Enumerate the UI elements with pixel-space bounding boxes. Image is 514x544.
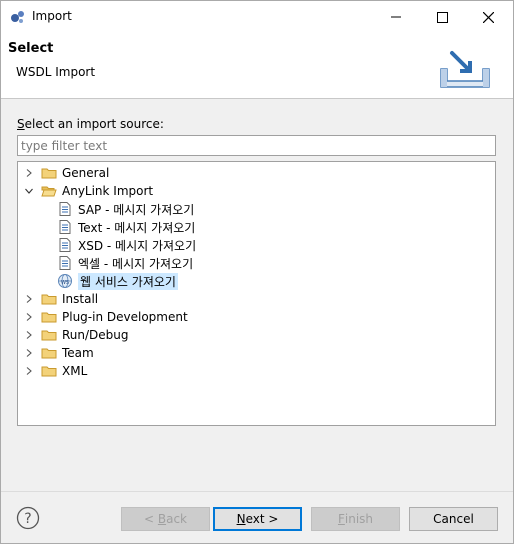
tree-item-label: Team (62, 346, 94, 360)
folder-icon (41, 345, 57, 361)
finish-label: inish (344, 512, 374, 526)
next-label: ext > (245, 512, 279, 526)
tree-item-label: Text - 메시지 가져오기 (78, 220, 196, 235)
chevron-right-icon[interactable] (23, 344, 35, 362)
close-button[interactable] (465, 1, 511, 33)
tree-item-label: Plug-in Development (62, 310, 188, 324)
help-icon[interactable]: ? (16, 506, 40, 530)
chevron-right-icon[interactable] (23, 362, 35, 380)
next-mnemonic: N (236, 512, 246, 526)
document-icon (57, 237, 73, 253)
wizard-header: Select WSDL Import (1, 33, 513, 99)
tree-item-label: XSD - 메시지 가져오기 (78, 238, 197, 253)
folder-icon (41, 363, 57, 379)
cancel-button[interactable]: Cancel (409, 507, 498, 531)
tree-category-item[interactable]: Team (23, 344, 94, 362)
chevron-right-icon[interactable] (23, 290, 35, 308)
folder-icon (41, 291, 57, 307)
tree-category-item[interactable]: XML (23, 362, 87, 380)
filter-input[interactable] (17, 135, 496, 156)
tree-category-item[interactable]: Run/Debug (23, 326, 129, 344)
tree-item-label: XML (62, 364, 88, 378)
close-icon (482, 11, 494, 23)
mnemonic-s: S (17, 117, 25, 131)
minimize-button[interactable] (373, 1, 419, 33)
maximize-button[interactable] (419, 1, 465, 33)
page-message: WSDL Import (16, 65, 96, 79)
tree-category-item[interactable]: Plug-in Development (23, 308, 188, 326)
back-label: ack (166, 512, 187, 526)
tree-wizard-item[interactable]: SAP - 메시지 가져오기 (57, 200, 194, 218)
maximize-icon (436, 11, 448, 23)
tree-wizard-item[interactable]: WS 웹 서비스 가져오기 (57, 272, 178, 290)
finish-mnemonic: F (337, 512, 345, 526)
tree-wizard-item[interactable]: XSD - 메시지 가져오기 (57, 236, 196, 254)
tree-item-label: General (62, 166, 110, 180)
button-bar-separator (1, 491, 513, 492)
page-title: Select (8, 41, 54, 56)
svg-text:WS: WS (61, 280, 69, 286)
folder-icon (41, 165, 57, 181)
import-dialog: Import Select WSDL Import Select an impo… (0, 0, 514, 544)
tree-item-label: 엑셀 - 메시지 가져오기 (78, 256, 194, 271)
next-button[interactable]: Next > (213, 507, 302, 531)
tree-category-item[interactable]: Install (23, 290, 98, 308)
source-label-text: elect an import source: (24, 117, 164, 131)
folder-icon (41, 327, 57, 343)
chevron-down-icon[interactable] (23, 182, 35, 200)
document-icon (57, 255, 73, 271)
tree-wizard-item[interactable]: Text - 메시지 가져오기 (57, 218, 195, 236)
import-wizard-banner-icon (440, 51, 490, 88)
tree-item-label: AnyLink Import (62, 184, 154, 198)
minimize-icon (391, 16, 401, 18)
web-service-icon: WS (57, 273, 73, 289)
tree-item-label: 웹 서비스 가져오기 (78, 272, 178, 290)
tree-item-label: Install (62, 292, 99, 306)
tree-item-label: Run/Debug (62, 328, 129, 342)
back-button[interactable]: < Back (121, 507, 210, 531)
title-bar[interactable]: Import (1, 1, 513, 33)
document-icon (57, 201, 73, 217)
folder-open-icon (41, 183, 57, 199)
tree-wizard-item[interactable]: 엑셀 - 메시지 가져오기 (57, 254, 193, 272)
window-title: Import (32, 9, 72, 23)
eclipse-app-icon (11, 11, 24, 23)
chevron-right-icon[interactable] (23, 164, 35, 182)
back-prefix: < (143, 512, 158, 526)
folder-icon (41, 309, 57, 325)
back-mnemonic: B (157, 512, 167, 526)
chevron-right-icon[interactable] (23, 326, 35, 344)
svg-text:?: ? (24, 511, 31, 527)
tree-item-label: SAP - 메시지 가져오기 (78, 202, 195, 217)
tree-category-item[interactable]: General (23, 164, 109, 182)
document-icon (57, 219, 73, 235)
tree-category-item[interactable]: AnyLink Import (23, 182, 153, 200)
finish-button[interactable]: Finish (311, 507, 400, 531)
import-source-label: Select an import source: (17, 117, 164, 131)
import-source-tree[interactable]: General AnyLink Import SAP - 메시지 가져오기 Text … (17, 161, 496, 426)
chevron-right-icon[interactable] (23, 308, 35, 326)
